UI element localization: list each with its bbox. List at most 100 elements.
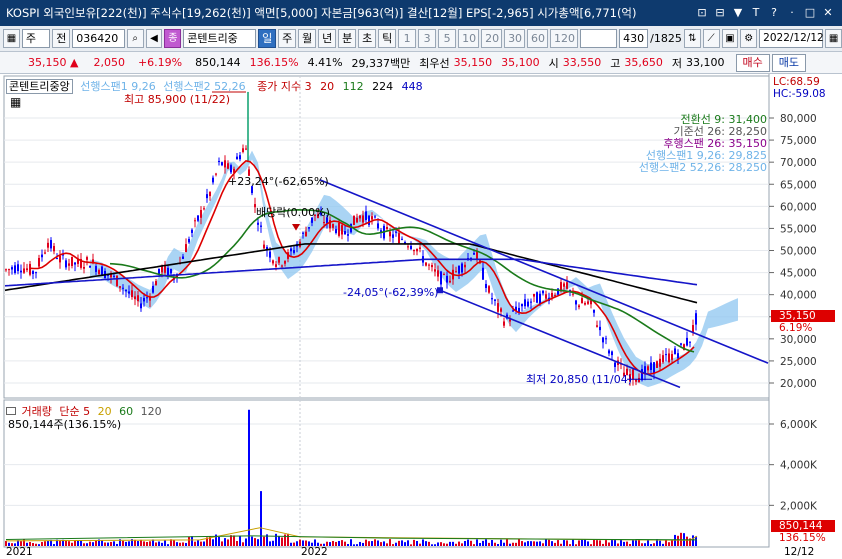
title-bar: KOSPI 외국인보유[222(천)] 주식수[19,262(천)] 액면[5,… xyxy=(0,0,842,26)
volume-bar xyxy=(38,544,40,546)
type-select[interactable]: 주 xyxy=(21,29,51,48)
candle-body xyxy=(353,215,355,225)
period-month[interactable]: 월 xyxy=(298,29,317,48)
candle-body xyxy=(200,209,202,218)
interval-120[interactable]: 120 xyxy=(550,29,578,48)
candle-body xyxy=(377,223,379,229)
volume-bar xyxy=(86,543,88,546)
candle-body xyxy=(674,348,676,355)
price-tick-label: 65,000 xyxy=(780,179,817,191)
volume-bar xyxy=(557,540,559,546)
volume-bar xyxy=(665,540,667,546)
buy-button[interactable]: 매수 xyxy=(735,53,770,72)
font-icon[interactable]: T xyxy=(748,5,764,21)
date-input[interactable]: 2022/12/12 xyxy=(759,29,824,48)
interval-10[interactable]: 10 xyxy=(458,29,480,48)
volume-bar xyxy=(296,541,298,546)
table-toggle-icon[interactable]: ▦ xyxy=(10,95,21,109)
volume-bar xyxy=(506,539,508,546)
interval-20[interactable]: 20 xyxy=(481,29,503,48)
volume-value: 850,144 xyxy=(195,56,241,69)
maximize-icon[interactable]: □ xyxy=(802,5,818,21)
minimize-icon[interactable]: · xyxy=(784,5,800,21)
volume-bar xyxy=(149,541,151,546)
volume-bar xyxy=(113,541,115,546)
candle-body xyxy=(692,325,694,333)
volume-bar xyxy=(350,539,352,546)
price-tick-label: 40,000 xyxy=(780,290,817,302)
display-count-input[interactable]: 430 xyxy=(619,29,649,48)
volume-bar xyxy=(455,543,457,546)
legend-ma448[interactable]: 448 xyxy=(402,80,423,93)
legend-close-index[interactable]: 종가 지수 3 xyxy=(257,80,311,93)
volume-bar xyxy=(635,540,637,546)
volume-bar xyxy=(224,538,226,546)
prefix-button[interactable]: 전 xyxy=(52,29,71,48)
candle-body xyxy=(602,337,604,343)
chart-area[interactable]: 80,000 75,000 70,000 65,000 60,000 55,000 50,0… xyxy=(0,74,842,559)
legend-ma224[interactable]: 224 xyxy=(372,80,393,93)
candle-body xyxy=(509,319,511,322)
legend-ma112[interactable]: 112 xyxy=(343,80,364,93)
close-icon[interactable]: ✕ xyxy=(820,5,836,21)
dropdown-icon[interactable]: ▼ xyxy=(730,5,746,21)
sell-button[interactable]: 매도 xyxy=(771,53,807,72)
candle-body xyxy=(122,287,124,289)
volume-bar xyxy=(263,536,265,546)
help-icon[interactable]: ? xyxy=(766,5,782,21)
current-pct-tag: 6.19% xyxy=(779,322,813,334)
volume-bar xyxy=(560,543,562,546)
legend-vma60[interactable]: 60 xyxy=(119,405,133,418)
volume-bar xyxy=(35,543,37,546)
price-tick-label: 75,000 xyxy=(780,135,817,147)
volume-bar xyxy=(581,539,583,546)
period-year[interactable]: 년 xyxy=(318,29,337,48)
search-icon[interactable]: ⌕ xyxy=(126,29,144,48)
price-value: 35,150 xyxy=(28,56,67,69)
candle-body xyxy=(530,301,532,303)
settings-icon[interactable]: ⚙ xyxy=(740,29,758,48)
candle-body xyxy=(32,271,34,274)
legend-vma120[interactable]: 120 xyxy=(141,405,162,418)
save-icon[interactable]: ▣ xyxy=(721,29,739,48)
interval-1[interactable]: 1 xyxy=(398,29,417,48)
legend-ma20[interactable]: 20 xyxy=(320,80,334,93)
interval-5[interactable]: 5 xyxy=(438,29,457,48)
interval-3[interactable]: 3 xyxy=(418,29,437,48)
candle-body xyxy=(416,248,418,252)
price-tick-label: 60,000 xyxy=(780,201,817,213)
candle-body xyxy=(245,148,247,150)
period-tick[interactable]: 틱 xyxy=(378,29,397,48)
period-week[interactable]: 주 xyxy=(278,29,297,48)
candle-body xyxy=(242,148,244,152)
interval-60[interactable]: 60 xyxy=(527,29,549,48)
calendar-icon[interactable]: ▦ xyxy=(825,29,842,48)
best-bid-price: 35,100 xyxy=(501,56,540,69)
volume-tick-label: 2,000K xyxy=(780,500,818,512)
period-day[interactable]: 일 xyxy=(258,29,277,48)
compare-icon[interactable]: ⇅ xyxy=(683,29,701,48)
period-minute[interactable]: 분 xyxy=(338,29,357,48)
volume-axis: 6,000K 4,000K 2,000K xyxy=(769,419,818,512)
window-controls: ⊡ ⊟ ▼ T ? · □ ✕ xyxy=(694,5,842,21)
volume-tick-label: 6,000K xyxy=(780,419,818,431)
split-window-icon[interactable]: ⊟ xyxy=(712,5,728,21)
stock-code-input[interactable]: 036420 xyxy=(72,29,125,48)
grid-menu-icon[interactable]: ▦ xyxy=(3,29,20,48)
candle-body xyxy=(125,289,127,292)
link-window-icon[interactable]: ⊡ xyxy=(694,5,710,21)
volume-bar xyxy=(377,540,379,546)
volume-bar xyxy=(587,541,589,546)
volume-bar xyxy=(371,541,373,546)
volume-bar xyxy=(584,539,586,546)
period-second[interactable]: 초 xyxy=(358,29,377,48)
speaker-icon[interactable]: ◀ xyxy=(145,29,163,48)
custom-interval-select[interactable] xyxy=(579,29,618,48)
interval-30[interactable]: 30 xyxy=(504,29,526,48)
candle-body xyxy=(401,238,403,240)
indicator-icon[interactable]: ⟋ xyxy=(702,29,720,48)
candle-body xyxy=(605,338,607,340)
stock-legend-name[interactable]: 콘텐트리중앙 xyxy=(6,79,73,94)
candle-body xyxy=(332,224,334,228)
related-stock-icon[interactable]: 종 xyxy=(164,29,182,48)
